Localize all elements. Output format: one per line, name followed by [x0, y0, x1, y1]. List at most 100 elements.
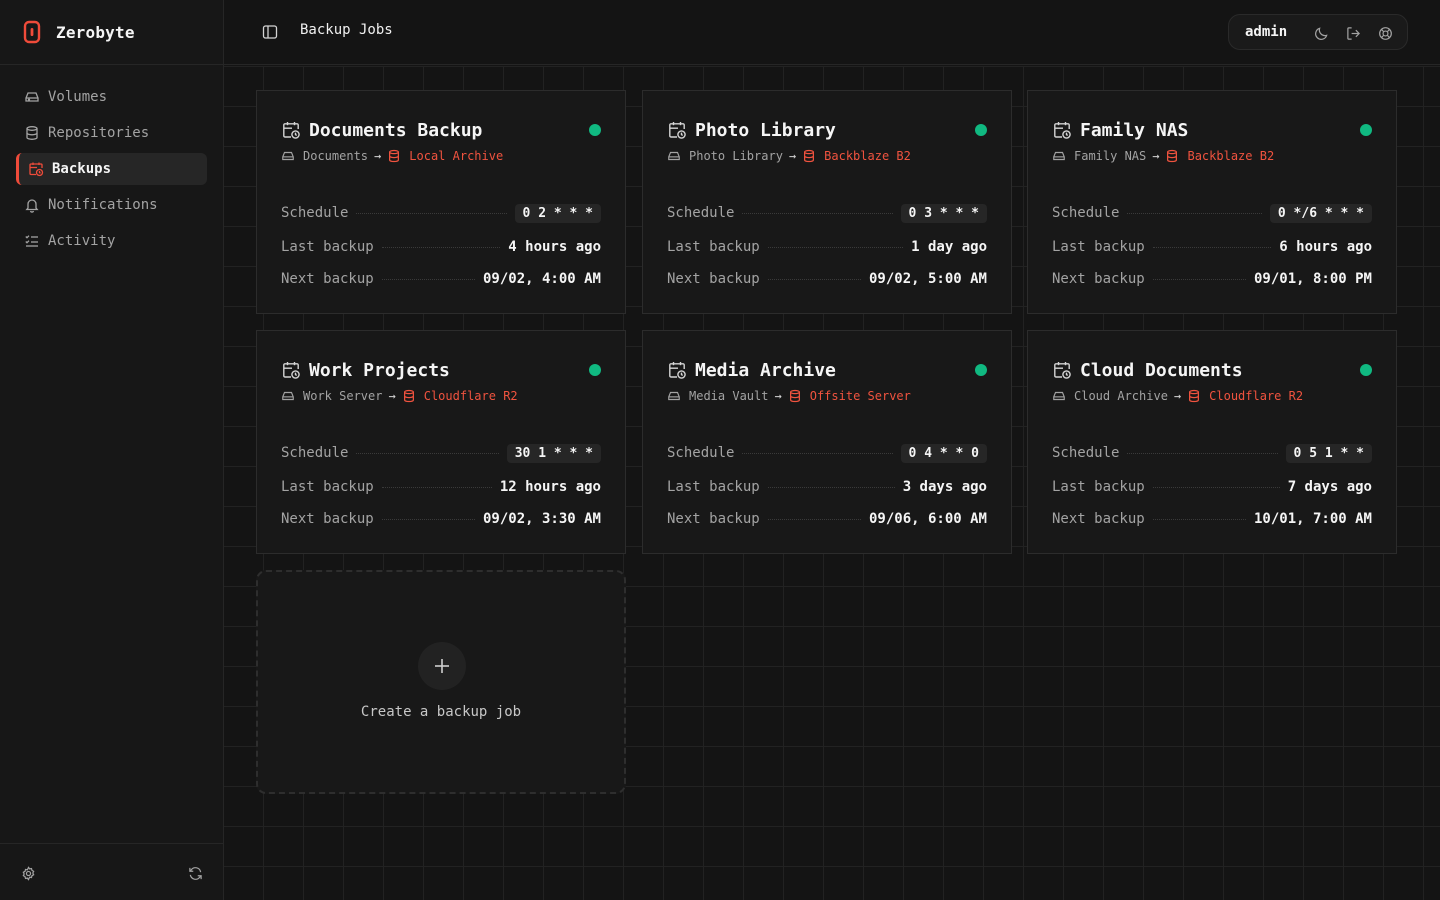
job-repository: Offsite Server: [809, 389, 911, 403]
calendar-clock-icon: [281, 120, 301, 140]
sidebar: Zerobyte Volumes Repositories Backups No…: [0, 0, 224, 900]
backup-jobs-grid: Create a backup job Documents Backup Docu…: [224, 66, 1440, 900]
backup-job-card[interactable]: Family NAS Family NAS → Backblaze B2 Schedul…: [1027, 90, 1397, 314]
next-backup-value: 09/02, 5:00 AM: [868, 271, 987, 287]
moon-icon[interactable]: [1312, 24, 1330, 42]
settings-gear-icon[interactable]: [19, 864, 37, 882]
job-header[interactable]: Documents Backup: [281, 119, 601, 141]
app-root: Zerobyte Volumes Repositories Backups No…: [0, 0, 1440, 900]
dotted-leader: [1152, 486, 1280, 488]
last-backup-value: 4 hours ago: [508, 239, 601, 255]
database-icon: [1165, 149, 1179, 163]
arrow-right-icon: →: [1152, 149, 1160, 163]
job-volume: Documents: [303, 149, 369, 163]
database-icon: [24, 125, 40, 141]
app-name: Zerobyte: [56, 22, 135, 42]
cron-expression: 0 5 1 * *: [1285, 443, 1372, 463]
dotted-leader: [1152, 518, 1246, 520]
cron-expression: 0 */6 * * *: [1269, 203, 1372, 223]
user-menu: admin: [1228, 14, 1408, 50]
status-indicator: [975, 124, 987, 136]
next-backup-row: Next backup 10/01, 7:00 AM: [1052, 508, 1372, 530]
job-repository: Cloudflare R2: [1209, 389, 1304, 403]
next-backup-row: Next backup 09/01, 8:00 PM: [1052, 268, 1372, 290]
last-backup-value: 6 hours ago: [1279, 239, 1372, 255]
next-backup-value: 09/02, 3:30 AM: [482, 511, 601, 527]
job-name: Photo Library: [695, 119, 836, 141]
status-indicator: [975, 364, 987, 376]
brand[interactable]: Zerobyte: [0, 0, 223, 65]
last-backup-row: Last backup 6 hours ago: [1052, 236, 1372, 258]
backup-job-card[interactable]: Documents Backup Documents → Local Archive S…: [256, 90, 626, 314]
job-header[interactable]: Cloud Documents: [1052, 359, 1372, 381]
schedule-row: Schedule 0 3 * * *: [667, 202, 987, 224]
hard-drive-icon: [1052, 389, 1066, 403]
dotted-leader: [742, 212, 893, 214]
schedule-label: Schedule: [1052, 445, 1120, 461]
dotted-leader: [767, 278, 861, 280]
sidebar-toggle-icon[interactable]: [260, 22, 280, 42]
last-backup-label: Last backup: [281, 239, 374, 255]
dotted-leader: [356, 452, 499, 454]
database-icon: [402, 389, 416, 403]
database-icon: [1187, 389, 1201, 403]
job-volume: Family NAS: [1074, 149, 1147, 163]
last-backup-row: Last backup 4 hours ago: [281, 236, 601, 258]
last-backup-label: Last backup: [1052, 239, 1145, 255]
job-repository: Backblaze B2: [1187, 149, 1275, 163]
last-backup-row: Last backup 1 day ago: [667, 236, 987, 258]
sidebar-footer: [0, 843, 223, 900]
create-backup-job-card[interactable]: Create a backup job: [256, 570, 626, 794]
hard-drive-icon: [24, 89, 40, 105]
sidebar-item-notifications[interactable]: Notifications: [16, 189, 207, 221]
job-route: Documents → Local Archive: [281, 149, 503, 163]
create-backup-job-label: Create a backup job: [360, 704, 522, 720]
backup-job-card[interactable]: Photo Library Photo Library → Backblaze B2 S…: [642, 90, 1012, 314]
backup-job-card[interactable]: Cloud Documents Cloud Archive → Cloudflare …: [1027, 330, 1397, 554]
next-backup-value: 10/01, 7:00 AM: [1253, 511, 1372, 527]
schedule-label: Schedule: [667, 445, 735, 461]
bell-icon: [24, 197, 40, 213]
next-backup-label: Next backup: [667, 271, 760, 287]
job-header[interactable]: Media Archive: [667, 359, 987, 381]
dotted-leader: [381, 246, 501, 248]
dotted-leader: [767, 518, 861, 520]
sidebar-item-activity[interactable]: Activity: [16, 225, 207, 257]
backup-job-card[interactable]: Work Projects Work Server → Cloudflare R2 Sc…: [256, 330, 626, 554]
arrow-right-icon: →: [788, 149, 797, 163]
sidebar-item-backups[interactable]: Backups: [16, 153, 207, 185]
zerobyte-logo-icon: [22, 19, 42, 45]
logout-icon[interactable]: [1344, 24, 1362, 42]
last-backup-label: Last backup: [667, 479, 760, 495]
last-backup-value: 12 hours ago: [499, 479, 601, 495]
status-indicator: [589, 364, 601, 376]
last-backup-label: Last backup: [667, 239, 760, 255]
dotted-leader: [742, 452, 893, 454]
refresh-icon[interactable]: [186, 864, 204, 882]
hard-drive-icon: [1052, 149, 1066, 163]
job-volume: Media Vault: [689, 389, 769, 403]
last-backup-value: 1 day ago: [911, 239, 987, 255]
last-backup-label: Last backup: [281, 479, 374, 495]
status-indicator: [1360, 364, 1372, 376]
job-volume: Work Server: [303, 389, 383, 403]
job-name: Documents Backup: [309, 119, 483, 141]
help-lifebuoy-icon[interactable]: [1376, 24, 1394, 42]
last-backup-row: Last backup 3 days ago: [667, 476, 987, 498]
job-header[interactable]: Photo Library: [667, 119, 987, 141]
job-header[interactable]: Family NAS: [1052, 119, 1372, 141]
cron-expression: 0 4 * * 0: [900, 443, 987, 463]
sidebar-item-volumes[interactable]: Volumes: [16, 81, 207, 113]
username: admin: [1245, 24, 1288, 40]
top-header: Backup Jobs admin: [224, 0, 1440, 65]
dotted-leader: [381, 278, 475, 280]
job-repository: Backblaze B2: [824, 149, 911, 163]
sidebar-item-repositories[interactable]: Repositories: [16, 117, 207, 149]
next-backup-row: Next backup 09/06, 6:00 AM: [667, 508, 987, 530]
arrow-right-icon: →: [388, 389, 396, 403]
job-header[interactable]: Work Projects: [281, 359, 601, 381]
last-backup-value: 3 days ago: [902, 479, 987, 495]
backup-job-card[interactable]: Media Archive Media Vault → Offsite Server S…: [642, 330, 1012, 554]
dotted-leader: [1127, 212, 1262, 214]
job-name: Work Projects: [309, 359, 450, 381]
